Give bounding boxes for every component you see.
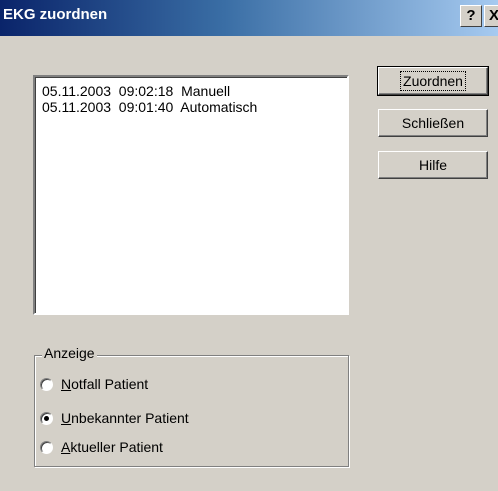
radio-button[interactable]	[40, 440, 53, 454]
title-bar[interactable]: EKG zuordnen ? X	[0, 0, 498, 36]
close-icon[interactable]: X	[484, 5, 498, 27]
radio-selected-dot	[44, 415, 49, 421]
radio-label: Unbekannter Patient	[61, 410, 189, 426]
close-button[interactable]: Schließen	[378, 109, 488, 137]
radio-button[interactable]	[40, 411, 53, 425]
list-item[interactable]: 05.11.2003 09:02:18 Manuell	[42, 83, 230, 99]
radio-current-patient[interactable]: Aktueller Patient	[40, 438, 163, 456]
ecg-record-list[interactable]: 05.11.2003 09:02:18 Manuell 05.11.2003 0…	[33, 75, 349, 315]
dialog-window: EKG zuordnen ? X 05.11.2003 09:02:18 Man…	[0, 0, 498, 491]
help-icon[interactable]: ?	[460, 5, 482, 27]
window-title: EKG zuordnen	[3, 6, 108, 23]
display-group-label: Anzeige	[42, 345, 97, 361]
help-button[interactable]: Hilfe	[378, 151, 488, 179]
assign-button-label: Zuordnen	[400, 71, 466, 91]
list-item[interactable]: 05.11.2003 09:01:40 Automatisch	[42, 99, 257, 115]
radio-label: Aktueller Patient	[61, 439, 163, 455]
assign-button[interactable]: Zuordnen	[377, 66, 489, 96]
radio-unknown-patient[interactable]: Unbekannter Patient	[40, 409, 189, 427]
radio-label: Notfall Patient	[61, 376, 149, 392]
radio-button[interactable]	[40, 377, 53, 391]
radio-emergency-patient[interactable]: Notfall Patient	[40, 375, 148, 393]
